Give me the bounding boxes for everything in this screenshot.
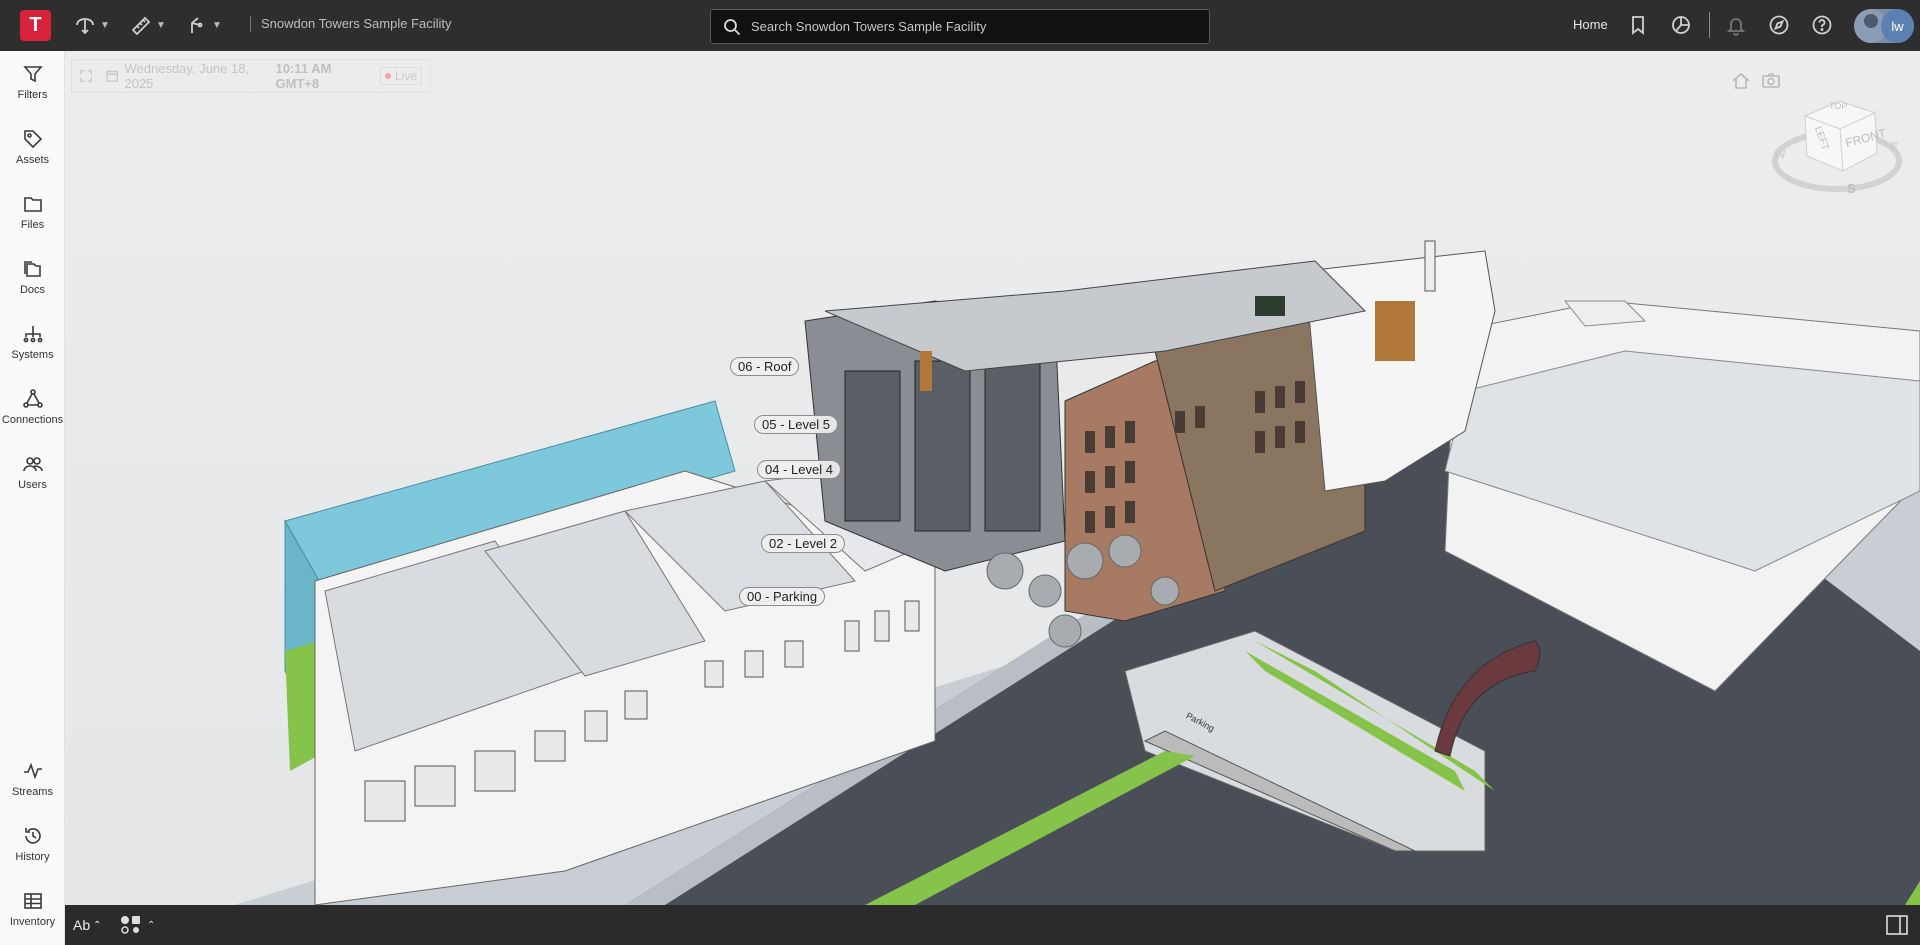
header-divider [1709,12,1710,38]
search-bar[interactable] [710,9,1210,44]
home-icon [1732,72,1750,89]
sidebar-item-systems[interactable]: Systems [0,311,65,371]
live-label: Live [394,69,417,83]
history-icon [24,828,41,844]
sidebar-item-streams[interactable]: Streams [0,748,65,808]
calendar-icon [106,69,119,82]
sidebar-item-label: Systems [11,349,54,361]
orbit-tool-button[interactable]: ▼ [74,14,110,36]
date-picker[interactable]: Wednesday, June 18, 2025 [106,61,261,91]
sidebar-item-assets[interactable]: Assets [0,116,65,176]
sidebar-item-label: Connections [1,414,64,426]
text-style-button[interactable]: Ab ⌃ [73,917,102,933]
orbit-icon [76,18,94,35]
date-label: Wednesday, June 18, 2025 [124,61,250,91]
explore-button[interactable] [1768,14,1790,36]
notifications-button[interactable] [1725,14,1747,36]
sidebar-item-label: Filters [17,89,48,101]
measure-tool-button[interactable]: ▼ [130,14,166,36]
users-icon [22,457,43,472]
app-logo[interactable]: T [20,10,51,41]
live-toggle[interactable]: Live [379,67,422,85]
docs-icon [23,261,41,277]
sidebar-item-label: Streams [12,786,53,798]
bottom-bar: Ab ⌃ ⌃ [65,905,1920,945]
toolbar-divider [250,16,251,32]
sidebar-item-label: Inventory [9,916,56,928]
search-input[interactable] [751,19,1191,34]
top-bar: T ▼ ▼ ▼ Snowdon Towers Sample Facility H… [0,0,1920,51]
compass-icon [1769,15,1789,35]
chevron-down-icon: ▼ [156,19,166,31]
ruler-icon [131,16,151,35]
level-tag-level-2[interactable]: 02 - Level 2 [761,534,845,553]
chevron-up-icon: ⌃ [93,919,102,931]
filter-icon [22,66,43,83]
sidebar-item-label: Docs [19,284,46,296]
user-avatar[interactable]: lw [1854,9,1914,43]
home-link[interactable]: Home [1573,17,1608,32]
sidebar-item-files[interactable]: Files [0,181,65,241]
sidebar-item-history[interactable]: History [0,813,65,873]
connections-icon [22,389,43,408]
compass-west: W [1775,149,1786,161]
dashboard-button[interactable] [1670,14,1692,36]
side-panel-icon [1886,915,1908,935]
3d-viewport[interactable]: Wednesday, June 18, 2025 10:11 AM GMT+8 … [65,51,1920,905]
project-name[interactable]: Snowdon Towers Sample Facility [261,16,452,31]
view-cube-top[interactable]: TOP [1829,101,1847,111]
camera-icon [1762,73,1780,88]
expand-icon[interactable] [80,69,93,83]
time-bar: Wednesday, June 18, 2025 10:11 AM GMT+8 … [71,59,431,93]
pulse-icon [23,762,42,780]
section-tool-button[interactable]: ▼ [186,14,222,36]
view-cube[interactable]: TOP LEFT FRONT W S E [1765,91,1905,201]
home-view-button[interactable] [1730,71,1752,96]
hierarchy-icon [23,326,42,343]
time-label: 10:11 AM GMT+8 [275,61,332,91]
sidebar-item-docs[interactable]: Docs [0,246,65,306]
objects-icon [121,916,140,934]
help-icon [1812,15,1832,35]
level-tag-roof[interactable]: 06 - Roof [730,357,800,376]
toggle-panel-button[interactable] [1886,915,1908,940]
sidebar-item-label: History [15,851,50,863]
left-sidebar: Filters Assets Files Docs Systems Connec… [0,51,65,945]
sidebar-item-inventory[interactable]: Inventory [0,878,65,938]
chevron-down-icon: ▼ [100,19,110,31]
tag-icon [23,130,42,149]
display-options-button[interactable]: ⌃ [120,915,155,935]
compass-east: E [1891,141,1899,153]
sidebar-item-label: Assets [15,154,49,166]
level-tag-level-5[interactable]: 05 - Level 5 [754,415,838,434]
bell-icon [1726,18,1746,36]
folder-icon [23,197,42,212]
sidebar-item-users[interactable]: Users [0,441,65,501]
compass-south: S [1847,181,1856,196]
bookmark-button[interactable] [1627,14,1649,36]
sidebar-item-label: Users [18,479,47,491]
level-tag-level-4[interactable]: 04 - Level 4 [757,460,841,479]
pie-chart-icon [1672,16,1690,34]
search-icon [724,18,741,35]
live-dot-icon [384,73,391,79]
avatar-initials: lw [1881,9,1914,43]
sidebar-item-connections[interactable]: Connections [0,376,65,436]
sidebar-item-filters[interactable]: Filters [0,51,65,111]
text-style-label: Ab [73,917,91,933]
table-icon [23,893,42,909]
level-tag-parking[interactable]: 00 - Parking [739,587,826,606]
chevron-up-icon: ⌃ [147,919,156,931]
building-model[interactable] [65,51,1920,905]
chevron-down-icon: ▼ [212,19,222,31]
section-icon [191,17,203,33]
help-button[interactable] [1811,14,1833,36]
sidebar-item-label: Files [20,219,45,231]
bookmark-icon [1632,16,1644,35]
